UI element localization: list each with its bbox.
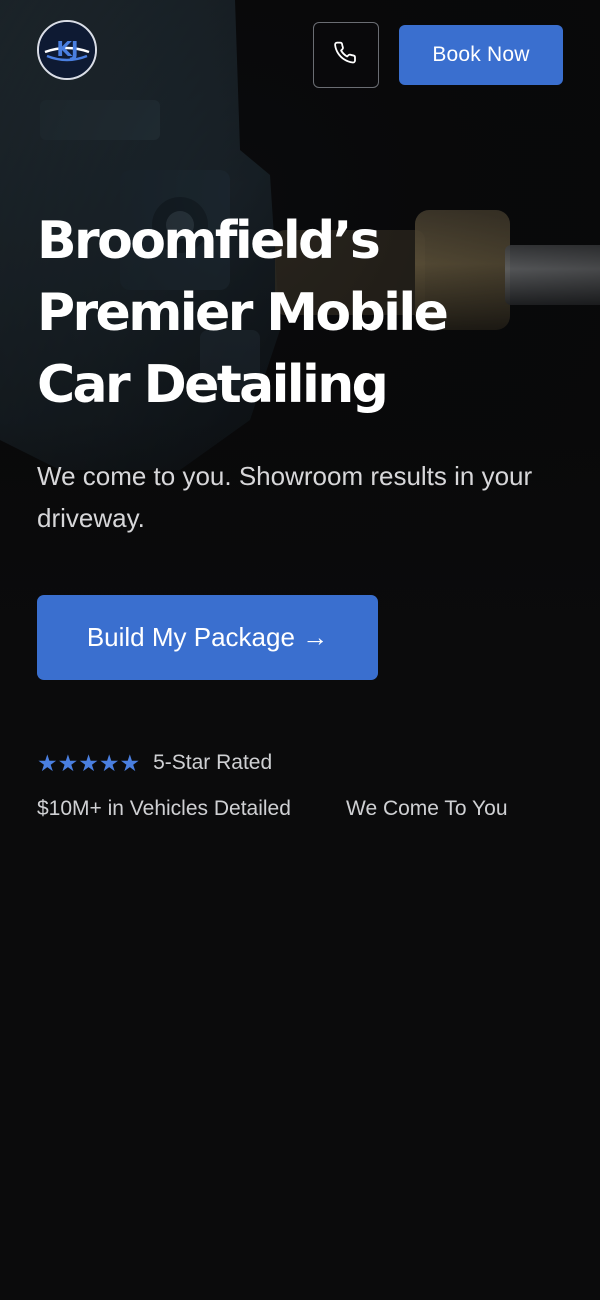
hero-headline: Broomfield’s Premier Mobile Car Detailin…	[37, 205, 557, 421]
brand-logo[interactable]: KJ	[37, 20, 97, 80]
phone-button[interactable]	[313, 22, 379, 88]
book-now-button[interactable]: Book Now	[399, 25, 563, 85]
phone-icon	[334, 41, 358, 70]
build-package-button[interactable]: Build My Package →	[37, 595, 378, 680]
rating-badge: ★★★★★ 5-Star Rated	[37, 747, 272, 779]
rating-label: 5-Star Rated	[153, 751, 273, 774]
hero-subheading: We come to you. Showroom results in your…	[37, 461, 533, 533]
logo-text: KJ	[57, 37, 78, 61]
headline-line-1: Broomfield’s	[37, 211, 381, 271]
trust-vehicles-detailed: $10M+ in Vehicles Detailed	[37, 797, 291, 820]
star-icons: ★★★★★	[37, 750, 141, 776]
star-rating-icon: ★★★★★	[37, 747, 141, 779]
headline-line-3: Car Detailing	[37, 355, 389, 415]
trust-we-come-to-you: We Come To You	[346, 797, 508, 820]
headline-line-2: Premier Mobile	[37, 283, 449, 343]
hero-section: KJ Book Now Broomfield’s Premier Mobile …	[0, 0, 600, 1300]
